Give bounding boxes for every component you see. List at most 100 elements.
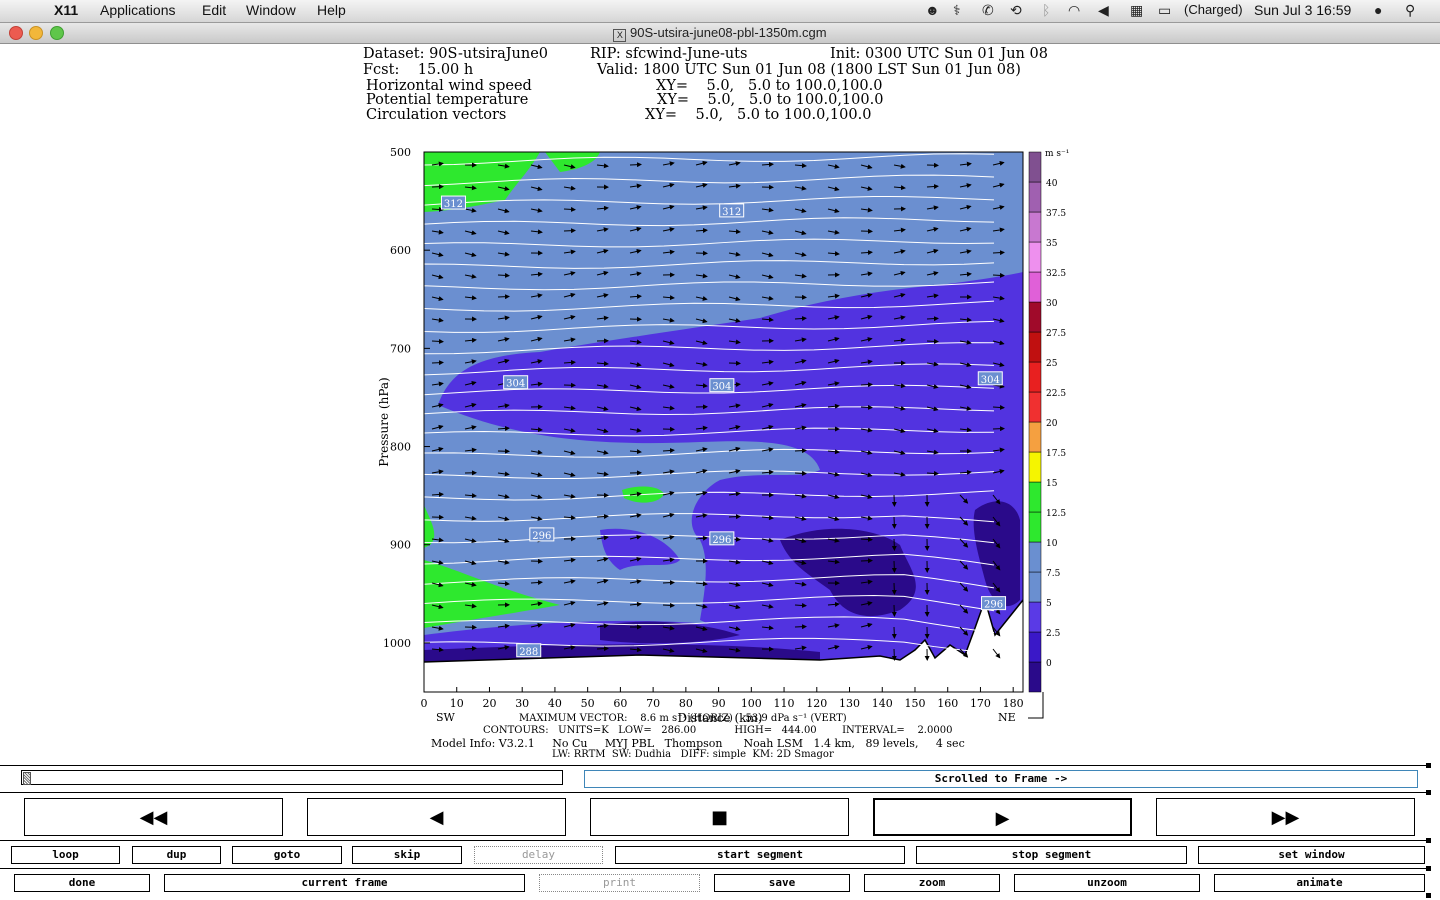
x-tick-label: 130: [839, 697, 860, 710]
colorbar-tick-label: 37.5: [1046, 209, 1066, 219]
circulation-vector: [563, 206, 576, 212]
done-button[interactable]: done: [14, 874, 150, 892]
contours-label: CONTOURS: UNITS=K LOW= 286.00 HIGH= 444.…: [483, 725, 953, 736]
step-back-icon: ◀: [429, 807, 444, 828]
current-frame-button[interactable]: current frame: [164, 874, 525, 892]
animate-button[interactable]: animate: [1214, 874, 1425, 892]
play-button[interactable]: ▶: [873, 798, 1132, 836]
colorbar-tick-label: 22.5: [1046, 389, 1066, 399]
panel-handle[interactable]: [1426, 866, 1431, 871]
delay-button[interactable]: delay: [474, 846, 603, 864]
x-tick-label: 20: [482, 697, 496, 710]
max-vector-label: MAXIMUM VECTOR: 8.6 m s⁻¹ (HORIZ) 53.9 d…: [519, 713, 847, 724]
x-tick-label: 10: [450, 697, 464, 710]
wind-speed-shading: [424, 152, 1023, 692]
x-tick-label: 180: [1003, 697, 1024, 710]
y-tick-label: 900: [390, 539, 411, 552]
y-tick-label: 800: [390, 441, 411, 454]
skip-button[interactable]: skip: [352, 846, 462, 864]
x-tick-label: 120: [806, 697, 827, 710]
x-tick-label: 140: [872, 697, 893, 710]
colorbar-segment: [1028, 631, 1042, 663]
divider: [0, 868, 1430, 869]
colorbar-segment: [1028, 421, 1042, 453]
circulation-vector: [728, 514, 741, 520]
x-tick-label: 0: [421, 697, 428, 710]
colorbar-tick-label: 17.5: [1046, 449, 1066, 459]
unzoom-button[interactable]: unzoom: [1014, 874, 1200, 892]
colorbar-segment: [1028, 211, 1042, 243]
colorbar-segment: [1028, 331, 1042, 363]
wind-speed-colorbar: 0 2.5 5 7.5 10 12.5 15 17.5 20 22.5 25 27.5 30 32.5 35…: [1028, 149, 1069, 693]
colorbar-segment: [1028, 571, 1042, 603]
rewind-button[interactable]: ◀◀: [24, 798, 283, 836]
colorbar-tick-label: 12.5: [1046, 509, 1066, 519]
x-tick-label: 100: [741, 697, 762, 710]
frame-status-text: Scrolled to Frame ->: [934, 772, 1068, 785]
start-segment-button[interactable]: start segment: [615, 846, 905, 864]
fast-forward-button[interactable]: ▶▶: [1156, 798, 1415, 836]
colorbar-tick-label: 30: [1046, 299, 1058, 309]
save-button[interactable]: save: [714, 874, 850, 892]
x-tick-label: 150: [904, 697, 925, 710]
colorbar-tick-label: 15: [1046, 479, 1058, 489]
colorbar-tick-label: 5: [1046, 599, 1052, 609]
colorbar-segment: [1028, 511, 1042, 543]
dup-button[interactable]: dup: [132, 846, 221, 864]
zoom-button[interactable]: zoom: [864, 874, 1000, 892]
panel-handle[interactable]: [1426, 838, 1431, 843]
circulation-vector: [794, 448, 807, 454]
panel-handle[interactable]: [1426, 763, 1431, 768]
rewind-icon: ◀◀: [139, 807, 168, 828]
circulation-vector: [563, 228, 576, 234]
circulation-vector: [794, 470, 807, 476]
print-button[interactable]: print: [539, 874, 700, 892]
colorbar-unit-label: m s⁻¹: [1045, 149, 1069, 159]
circulation-vector: [860, 404, 873, 410]
y-axis-title: Pressure (hPa): [377, 377, 391, 466]
frame-scrollbar-thumb[interactable]: [23, 772, 31, 785]
x-tick-label: 70: [646, 697, 660, 710]
contour-label: 312: [722, 207, 741, 218]
stop-icon: ■: [710, 807, 728, 828]
circulation-vector: [662, 602, 675, 608]
circulation-vector: [926, 338, 939, 344]
colorbar-segment: [1028, 481, 1042, 513]
x-tick-label: 170: [970, 697, 991, 710]
colorbar-segment: [1028, 151, 1042, 183]
goto-button[interactable]: goto: [232, 846, 342, 864]
circulation-vector: [596, 646, 609, 652]
contour-label: 304: [981, 375, 1000, 386]
circulation-vector: [860, 382, 873, 388]
stop-button[interactable]: ■: [590, 798, 849, 836]
colorbar-segment: [1028, 301, 1042, 333]
panel-handle[interactable]: [1426, 893, 1431, 898]
step-back-button[interactable]: ◀: [307, 798, 566, 836]
physics-info-label: LW: RRTM SW: Dudhia DIFF: simple KM: 2D …: [552, 749, 834, 760]
circulation-vector: [497, 294, 510, 300]
circulation-vector: [431, 338, 444, 344]
colorbar-tick-label: 0: [1046, 659, 1052, 669]
set-window-button[interactable]: set window: [1198, 846, 1425, 864]
x-tick-label: 50: [581, 697, 595, 710]
cross-section-chart: 0 10 20 30 40 50 60 70 80 90 100 110 120 130 140 150 160…: [377, 146, 1069, 725]
colorbar-segment: [1028, 241, 1042, 273]
colorbar-tick-label: 2.5: [1046, 629, 1061, 639]
colorbar-segment: [1028, 541, 1042, 573]
colorbar-segment: [1028, 181, 1042, 213]
x-tick-label: 80: [679, 697, 693, 710]
divider: [0, 840, 1430, 841]
frame-scrollbar[interactable]: [21, 770, 563, 785]
x-tick-label: 40: [548, 697, 562, 710]
colorbar-tick-label: 25: [1046, 359, 1058, 369]
colorbar-segment: [1028, 601, 1042, 633]
y-tick-label: 600: [390, 244, 411, 257]
contour-label: 296: [532, 531, 551, 542]
x-tick-label: 60: [613, 697, 627, 710]
stop-segment-button[interactable]: stop segment: [916, 846, 1187, 864]
panel-handle[interactable]: [1426, 790, 1431, 795]
x-tick-label: 110: [774, 697, 795, 710]
contour-label: 296: [984, 600, 1003, 611]
loop-button[interactable]: loop: [11, 846, 120, 864]
colorbar-segment: [1028, 271, 1042, 303]
